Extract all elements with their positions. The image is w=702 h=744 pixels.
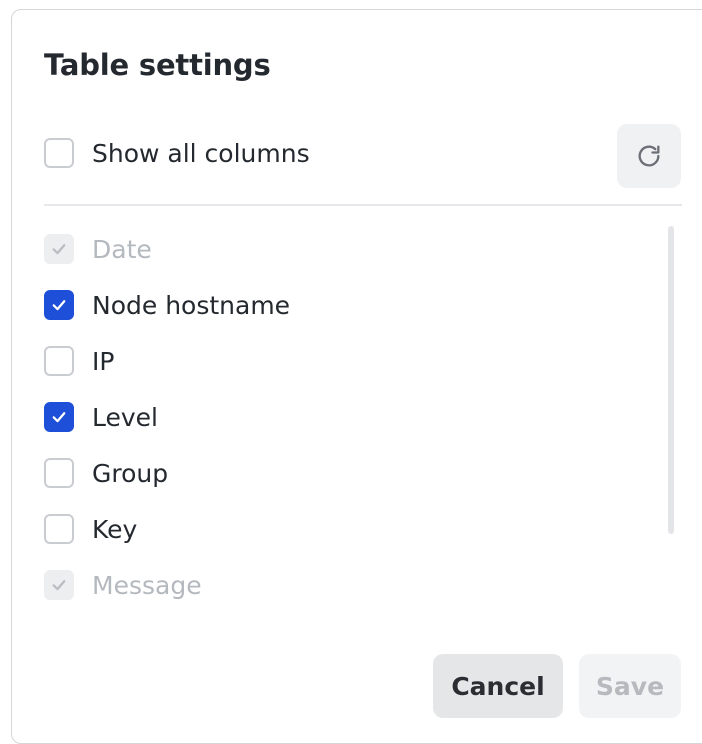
cancel-button[interactable]: Cancel: [433, 654, 563, 718]
column-list-scrollbar[interactable]: [668, 226, 674, 534]
column-label-ip[interactable]: IP: [92, 347, 114, 376]
column-item-group[interactable]: Group: [44, 456, 168, 490]
column-label-level[interactable]: Level: [92, 403, 158, 432]
column-item-node-hostname[interactable]: Node hostname: [44, 288, 290, 322]
column-item-ip[interactable]: IP: [44, 344, 114, 378]
column-checkbox-ip[interactable]: [44, 346, 74, 376]
column-item-date: Date: [44, 232, 152, 266]
column-checkbox-date: [44, 234, 74, 264]
save-button[interactable]: Save: [579, 654, 681, 718]
column-item-key[interactable]: Key: [44, 512, 137, 546]
column-checkbox-level[interactable]: [44, 402, 74, 432]
column-checkbox-message: [44, 570, 74, 600]
show-all-columns-label[interactable]: Show all columns: [92, 139, 310, 168]
column-label-date: Date: [92, 234, 152, 264]
reset-columns-button[interactable]: [617, 124, 681, 188]
column-checkbox-key[interactable]: [44, 514, 74, 544]
column-label-message: Message: [92, 570, 202, 600]
check-icon: [52, 412, 66, 423]
show-all-columns-checkbox[interactable]: [44, 138, 74, 168]
divider: [44, 204, 682, 206]
column-label-group[interactable]: Group: [92, 459, 168, 488]
column-checkbox-group[interactable]: [44, 458, 74, 488]
table-settings-dialog: Table settings Show all columns Date Nod…: [11, 9, 702, 744]
column-item-level[interactable]: Level: [44, 400, 158, 434]
refresh-icon: [638, 145, 660, 167]
column-label-node-hostname[interactable]: Node hostname: [92, 291, 290, 320]
check-icon: [52, 300, 66, 311]
check-icon: [52, 580, 66, 591]
dialog-title: Table settings: [44, 48, 271, 82]
column-item-message: Message: [44, 568, 202, 602]
column-label-key[interactable]: Key: [92, 515, 137, 544]
check-icon: [52, 244, 66, 255]
column-checkbox-node-hostname[interactable]: [44, 290, 74, 320]
show-all-columns-row[interactable]: Show all columns: [44, 136, 310, 170]
